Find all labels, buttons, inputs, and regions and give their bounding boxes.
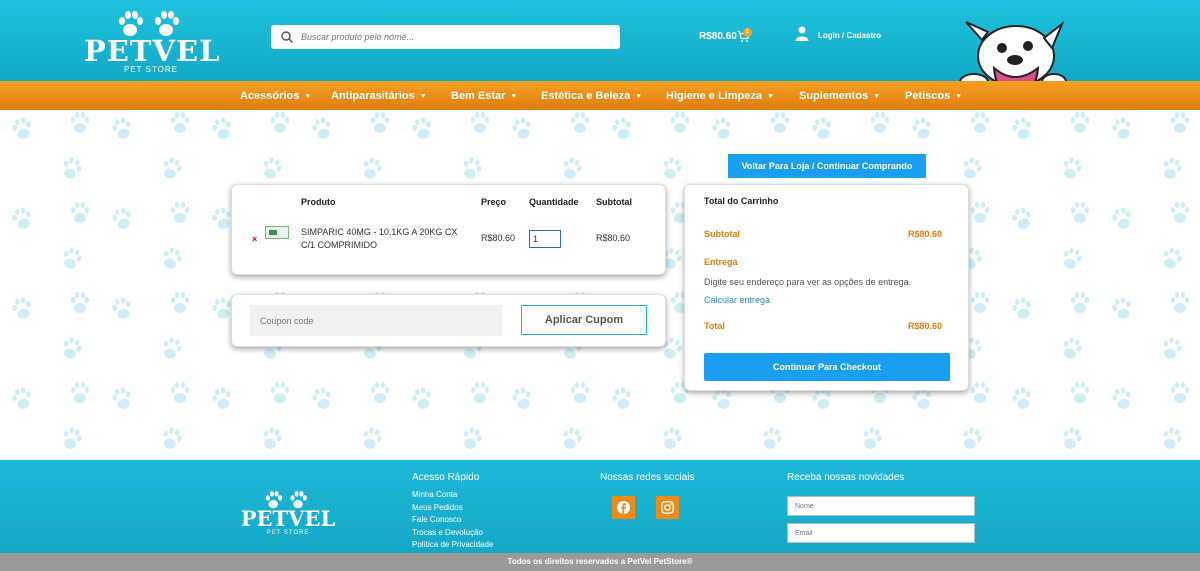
newsletter-name-input[interactable] [787, 496, 975, 516]
search-bar[interactable] [271, 25, 620, 49]
chevron-down-icon: ▼ [635, 93, 643, 100]
nav-item-label: Higiene e Limpeza [666, 90, 762, 102]
logo-subtitle: PET STORE [123, 65, 179, 74]
facebook-button[interactable] [612, 496, 635, 519]
footer-link-contact[interactable]: Fale Conosco [412, 515, 461, 524]
footer-logo-subtitle: PET STORE [266, 530, 310, 536]
footer-link-my-orders[interactable]: Meus Pedidos [412, 503, 463, 512]
chevron-down-icon: ▼ [955, 93, 963, 100]
cart-page-main [0, 110, 1200, 460]
column-header-subtotal: Subtotal [596, 197, 632, 207]
social-heading: Nossas redes sociais [600, 472, 695, 483]
total-label: Total [704, 321, 725, 331]
shipping-note: Digite seu endereço para ver as opções d… [704, 277, 912, 287]
site-header: PETVEL PET STORE R$80.60 1 Login / Cadas… [0, 0, 1200, 100]
chevron-down-icon: ▼ [419, 93, 427, 100]
quick-access-heading: Acesso Rápido [412, 472, 480, 483]
search-input[interactable] [301, 32, 601, 42]
nav-item-label: Antiparasitários [331, 90, 415, 102]
cart-totals-title: Total do Carrinho [704, 196, 779, 206]
newsletter-heading: Receba nossas novidades [787, 472, 905, 483]
back-to-shop-button[interactable]: Voltar Para Loja / Continuar Comprando [728, 154, 926, 178]
instagram-button[interactable] [656, 496, 679, 519]
nav-item-antiparasitarios[interactable]: Antiparasitários ▼ [331, 90, 427, 102]
column-header-product: Produto [301, 197, 336, 207]
category-nav: Acessórios ▼ Antiparasitários ▼ Bem Estar ▼… [0, 81, 1200, 110]
product-subtotal: R$80.60 [596, 233, 631, 243]
chevron-down-icon: ▼ [304, 93, 312, 100]
cart-count-badge: 1 [743, 28, 752, 37]
nav-item-label: Bem Estar [451, 90, 506, 102]
nav-item-petiscos[interactable]: Petiscos ▼ [905, 90, 962, 102]
coupon-code-input[interactable] [250, 305, 502, 336]
column-header-price: Preço [481, 197, 507, 207]
nav-item-bem-estar[interactable]: Bem Estar ▼ [451, 90, 517, 102]
copyright-bar: Todos os direitos reservados a PetVel Pe… [0, 553, 1200, 571]
nav-item-label: Acessórios [240, 90, 300, 102]
nav-item-suplementos[interactable]: Suplementos ▼ [799, 90, 880, 102]
footer-logo[interactable]: PETVEL PET STORE [238, 489, 338, 537]
calculate-shipping-link[interactable]: Calcular entrega [704, 295, 770, 305]
total-value: R$80.60 [907, 321, 942, 331]
footer-link-my-account[interactable]: Minha Conta [412, 490, 457, 499]
footer-link-returns[interactable]: Trocas e Devolução [412, 528, 483, 537]
newsletter-email-input[interactable] [787, 523, 975, 543]
coupon-card: Aplicar Cupom [231, 294, 666, 347]
nav-item-label: Suplementos [799, 90, 869, 102]
remove-item-icon[interactable]: × [252, 234, 257, 244]
chevron-down-icon: ▼ [766, 93, 774, 100]
nav-item-estetica-beleza[interactable]: Estética e Beleza ▼ [541, 90, 642, 102]
cart-totals-card: Total do Carrinho Subtotal R$80.60 Entre… [684, 184, 969, 391]
nav-item-label: Petiscos [905, 90, 951, 102]
quantity-input[interactable] [529, 230, 561, 248]
column-header-quantity: Quantidade [529, 197, 579, 207]
nav-item-acessorios[interactable]: Acessórios ▼ [240, 90, 311, 102]
subtotal-value: R$80.60 [907, 229, 942, 239]
product-price: R$80.60 [481, 233, 516, 243]
site-footer: PETVEL PET STORE Acesso Rápido Minha Con… [0, 460, 1200, 553]
login-register-link[interactable]: Login / Cadastro [818, 31, 881, 40]
cart-items-card: Produto Preço Quantidade Subtotal × SIMP… [231, 184, 666, 275]
chevron-down-icon: ▼ [873, 93, 881, 100]
nav-item-higiene-limpeza[interactable]: Higiene e Limpeza ▼ [666, 90, 774, 102]
instagram-icon [661, 501, 674, 514]
cart-total[interactable]: R$80.60 [699, 31, 737, 42]
shipping-label: Entrega [704, 257, 738, 267]
apply-coupon-button[interactable]: Aplicar Cupom [521, 305, 647, 335]
paw-pattern-background [0, 110, 1200, 460]
facebook-icon [617, 501, 630, 514]
user-icon[interactable] [795, 26, 809, 41]
subtotal-label: Subtotal [704, 229, 740, 239]
proceed-to-checkout-button[interactable]: Continuar Para Checkout [704, 353, 950, 381]
chevron-down-icon: ▼ [510, 93, 518, 100]
petvel-logo[interactable]: PETVEL PET STORE [84, 8, 221, 76]
footer-link-privacy[interactable]: Política de Privacidade [412, 540, 493, 549]
footer-logo-text: PETVEL [240, 506, 336, 531]
search-icon[interactable] [281, 31, 293, 43]
nav-item-label: Estética e Beleza [541, 90, 631, 102]
logo-text: PETVEL [84, 34, 221, 68]
product-thumbnail[interactable] [265, 226, 289, 239]
product-name-link[interactable]: SIMPARIC 40MG - 10,1KG A 20KG CX C/1 COM… [301, 226, 471, 252]
